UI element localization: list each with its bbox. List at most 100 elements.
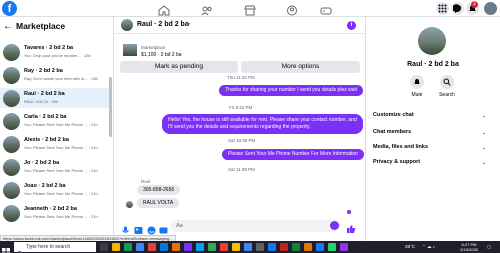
conversation-item[interactable]: Ray · 2 bd 2 ba Ray: Don't waste your ti… (0, 65, 110, 85)
mute-label: Mute (411, 92, 423, 98)
mute-button[interactable] (410, 75, 424, 89)
outgoing-message[interactable]: Please Sent Your Me Phone Number For Mor… (222, 149, 364, 160)
app-icon[interactable] (124, 243, 132, 251)
conversation-item[interactable]: Alexis · 2 bd 2 ba You: Please Sent Your… (0, 134, 110, 154)
app-icon[interactable] (292, 243, 300, 251)
marketplace-conversation-list: ← Marketplace Tavares · 2 bd 2 ba You: D… (0, 17, 114, 241)
app-icon[interactable] (304, 243, 312, 251)
task-view-icon[interactable] (100, 243, 108, 251)
marketplace-icon[interactable] (244, 3, 256, 16)
marketplace-listing-card: Marketplace $1,100 · 2 bd 2 ba Mark as p… (120, 37, 360, 77)
conversation-title: Alexis · 2 bd 2 ba (24, 137, 69, 143)
chevron-down-icon[interactable]: ⌄ (482, 113, 486, 119)
conversation-item[interactable]: Tavares · 2 bd 2 ba You: Drop your phone… (0, 42, 110, 62)
incoming-message[interactable]: 305-898-2656 (137, 185, 181, 195)
message-timestamp: Fri 8:43 PM (229, 105, 253, 110)
thumbs-up-icon[interactable] (346, 221, 356, 233)
conversation-item-active[interactable]: Raul · 2 bd 2 ba RAUL VOLTA · 20h (0, 88, 110, 108)
app-icon[interactable] (256, 243, 264, 251)
gaming-icon[interactable] (320, 3, 332, 15)
chat-avatar[interactable] (121, 19, 133, 31)
privacy-support-item[interactable]: Privacy & support (373, 159, 420, 165)
conversation-item[interactable]: Carla · 2 bd 2 ba You: Please Sent Your … (0, 111, 110, 131)
conversation-item[interactable]: Jo · 2 bd 2 ba You: Please Sent Your Me … (0, 157, 110, 177)
search-button[interactable] (440, 75, 454, 89)
outgoing-message[interactable]: Thanks for sharing your number I send yo… (219, 85, 364, 96)
sidebar-title: Marketplace (16, 21, 66, 31)
chevron-down-icon[interactable]: ▼ (186, 22, 191, 28)
microphone-icon[interactable] (121, 222, 130, 233)
app-icon[interactable] (232, 243, 240, 251)
facebook-logo[interactable]: f (2, 1, 17, 16)
listing-thumbnail (3, 182, 20, 199)
media-files-links-item[interactable]: Media, files and links (373, 144, 428, 150)
listing-thumbnail[interactable] (123, 44, 137, 56)
profile-avatar[interactable] (484, 2, 497, 15)
gif-icon[interactable] (159, 222, 168, 234)
listing-thumbnail (3, 44, 20, 61)
sidebar-scrollbar[interactable] (109, 77, 112, 137)
chrome-icon[interactable] (244, 243, 252, 251)
more-options-button[interactable]: More options (241, 61, 360, 73)
system-tray-icons[interactable]: ⌃ ☁ ♪ (422, 244, 435, 250)
app-icon[interactable] (316, 243, 324, 251)
chat-title[interactable]: Raul · 2 bd 2 ba (137, 21, 189, 28)
taskbar-search-input[interactable]: Type here to search (14, 242, 96, 252)
marketplace-label: Marketplace (141, 45, 166, 50)
conversation-snippet: RAUL VOLTA · 20h (24, 99, 59, 104)
messenger-icon[interactable] (451, 2, 464, 15)
chevron-down-icon[interactable]: ⌄ (482, 145, 486, 151)
taskbar-clock[interactable]: 8:27 PM 3/15/2026 (455, 242, 483, 252)
notification-center-icon[interactable]: ▢ (487, 244, 491, 250)
app-icon[interactable] (136, 243, 144, 251)
incoming-message[interactable]: RAUL VOLTA (137, 198, 180, 208)
chevron-down-icon[interactable]: ⌄ (482, 160, 486, 166)
conversation-photo[interactable] (418, 27, 446, 55)
app-icon[interactable] (220, 243, 228, 251)
message-line: I'll send you the details and requiremen… (168, 124, 311, 130)
sidebar-header: ← Marketplace (3, 20, 65, 32)
app-icon[interactable] (340, 243, 348, 251)
conversation-title: Carla · 2 bd 2 ba (24, 114, 67, 120)
app-icon[interactable] (196, 243, 204, 251)
conversation-name: Raul · 2 bd 2 ba (407, 61, 459, 68)
customize-chat-item[interactable]: Customize chat (373, 112, 414, 118)
conversation-snippet: You: Please Sent Your Me Phone ... · 21h (24, 214, 98, 219)
chevron-down-icon[interactable]: ⌄ (482, 130, 486, 136)
message-timestamp: Thu 11:32 PM (227, 75, 255, 80)
message-line: Hello! Yes, the house is still available… (168, 117, 357, 123)
app-icon[interactable] (172, 243, 180, 251)
conversation-title: Jo · 2 bd 2 ba (24, 160, 60, 166)
edge-icon[interactable] (160, 243, 168, 251)
file-explorer-icon[interactable] (112, 243, 120, 251)
conversation-item[interactable]: Jeanneth · 2 bd 2 ba You: Please Sent Yo… (0, 203, 110, 223)
info-icon[interactable]: i (347, 21, 356, 30)
friends-icon[interactable] (201, 3, 213, 16)
listing-thumbnail (3, 90, 20, 107)
home-icon[interactable] (158, 3, 170, 16)
groups-icon[interactable] (286, 3, 298, 16)
sticker-icon[interactable] (147, 222, 156, 235)
menu-grid-icon[interactable] (436, 2, 449, 15)
emoji-icon[interactable] (330, 221, 339, 230)
image-icon[interactable] (134, 222, 143, 234)
notification-badge: 2 (471, 1, 478, 8)
app-icon[interactable] (268, 243, 276, 251)
app-icon[interactable] (184, 243, 192, 251)
listing-thumbnail (3, 67, 20, 84)
windows-start-icon[interactable] (2, 243, 10, 253)
app-icon[interactable] (208, 243, 216, 251)
message-input[interactable]: Aa (170, 220, 340, 232)
sender-avatar[interactable] (126, 201, 133, 208)
chat-members-item[interactable]: Chat members (373, 129, 411, 135)
conversation-title: Tavares · 2 bd 2 ba (24, 45, 74, 51)
app-icon[interactable] (280, 243, 288, 251)
clock-date: 3/15/2026 (460, 247, 478, 252)
conversation-item[interactable]: Joao · 2 bd 2 ba You: Please Sent Your M… (0, 180, 110, 200)
outgoing-message[interactable]: Hello! Yes, the house is still available… (162, 114, 363, 134)
app-icon[interactable] (328, 243, 336, 251)
mark-as-pending-button[interactable]: Mark as pending (120, 61, 238, 73)
back-arrow-icon[interactable]: ← (3, 21, 13, 32)
weather-text[interactable]: 28°C (405, 244, 415, 249)
app-icon[interactable] (148, 243, 156, 251)
